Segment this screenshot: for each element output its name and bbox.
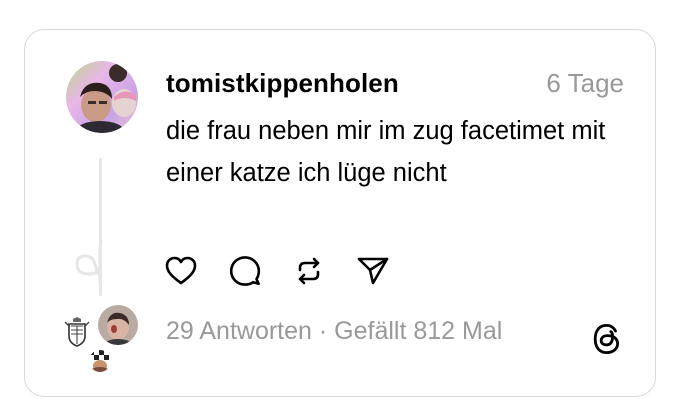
share-button[interactable]	[355, 253, 391, 289]
reply-button[interactable]	[227, 253, 263, 289]
repost-icon	[298, 257, 320, 285]
post-timestamp[interactable]: 6 Tage	[546, 66, 624, 100]
repost-button[interactable]	[291, 253, 327, 289]
author-avatar[interactable]	[66, 61, 138, 133]
likes-count-link[interactable]: Gefällt 812 Mal	[334, 317, 502, 345]
post-text: die frau neben mir im zug facetimet mit …	[166, 117, 606, 187]
comment-bubble-icon	[229, 256, 261, 286]
reply-avatar[interactable]	[62, 316, 92, 348]
reply-avatar-image	[89, 350, 111, 372]
send-icon	[357, 257, 389, 285]
action-bar	[163, 253, 419, 289]
heart-icon	[165, 256, 197, 285]
like-button[interactable]	[163, 253, 199, 289]
threads-logo-icon[interactable]	[590, 322, 624, 356]
reply-avatar[interactable]	[98, 305, 138, 345]
stats-separator: ·	[311, 317, 335, 345]
reply-avatars[interactable]	[60, 302, 140, 378]
reply-avatar-image	[98, 305, 138, 345]
author-avatar-image	[66, 61, 138, 133]
thread-loop-icon	[75, 244, 102, 284]
post-stats: 29 Antworten · Gefällt 812 Mal	[166, 314, 502, 348]
crest-icon	[62, 316, 92, 348]
author-username[interactable]: tomistkippenholen	[166, 66, 399, 100]
replies-count-link[interactable]: 29 Antworten	[166, 317, 312, 345]
reply-avatar[interactable]	[89, 350, 111, 372]
